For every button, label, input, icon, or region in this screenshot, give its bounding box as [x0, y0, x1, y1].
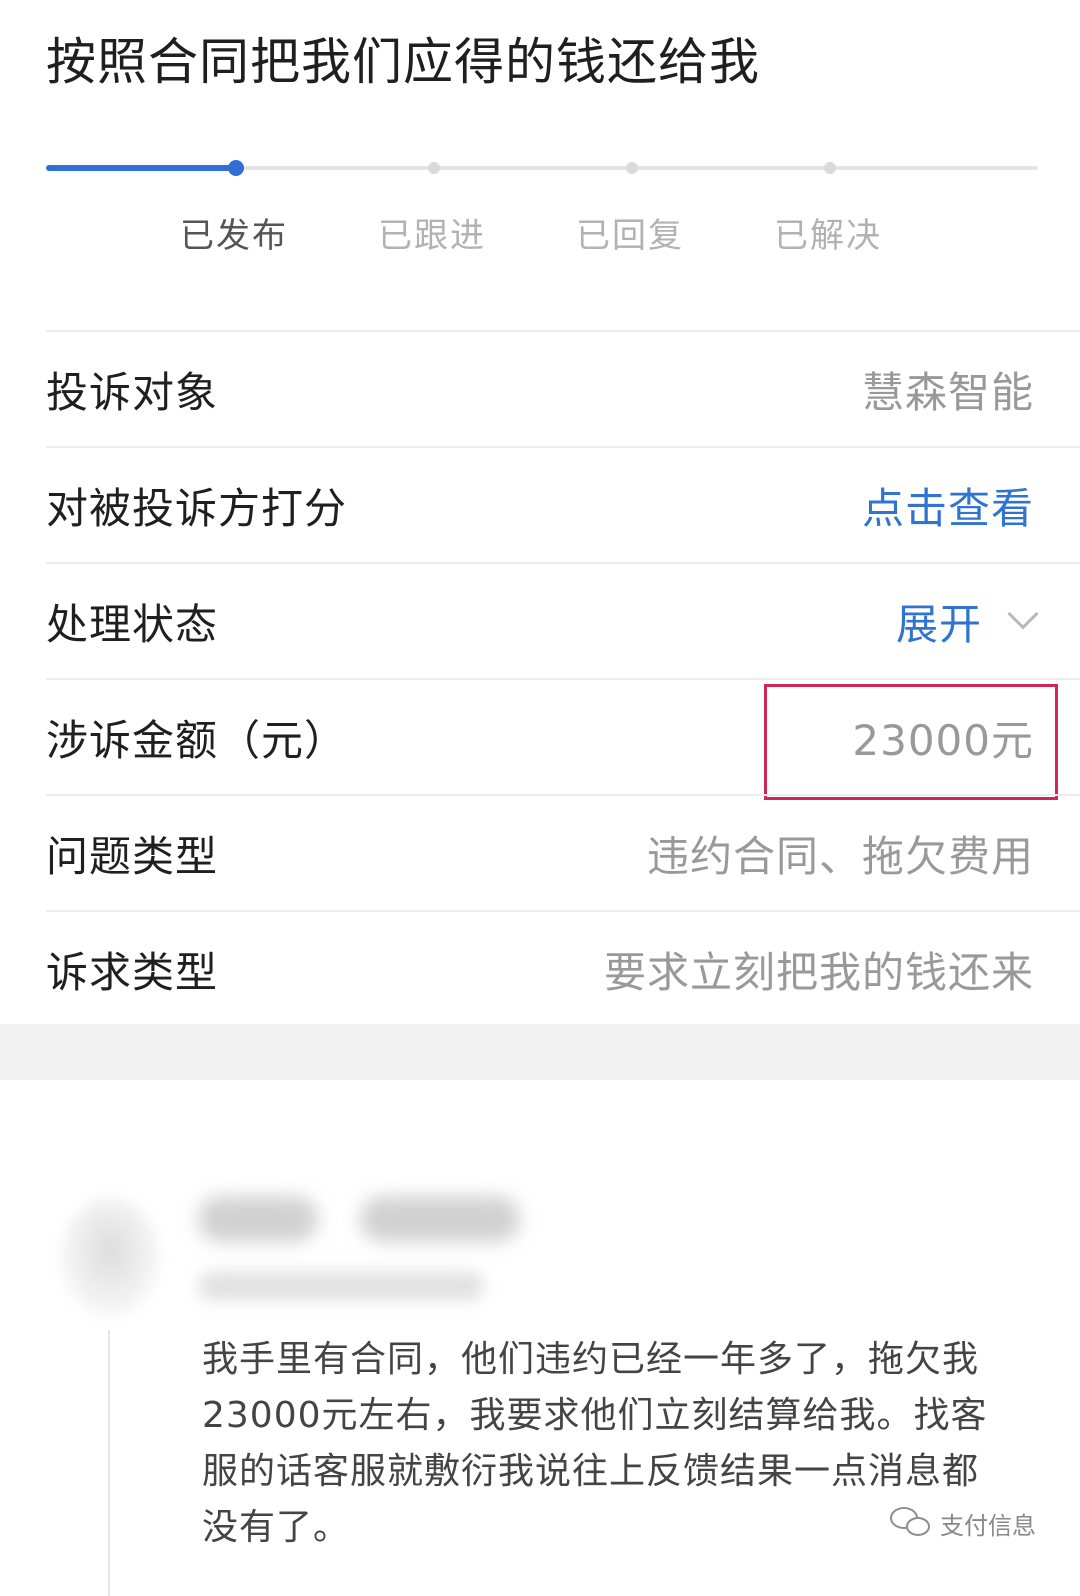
expand-label: 展开: [895, 599, 982, 649]
watermark: 支付信息: [888, 1505, 1036, 1541]
expand-status-toggle[interactable]: 展开: [895, 591, 1039, 652]
row-label: 问题类型: [46, 831, 219, 881]
row-label: 诉求类型: [46, 947, 219, 997]
step-published: 已发布: [180, 216, 288, 256]
progress-dot-followed: [428, 162, 440, 174]
row-label: 对被投诉方打分: [46, 483, 348, 533]
view-rating-link[interactable]: 点击查看: [862, 475, 1034, 536]
row-status: 处理状态 展开: [46, 562, 1080, 678]
timeline-line: [108, 1330, 110, 1596]
row-demand-type: 诉求类型 要求立刻把我的钱还来: [46, 910, 1080, 1026]
row-amount: 涉诉金额（元） 23000元: [46, 678, 1080, 800]
chevron-down-icon: [1007, 598, 1039, 630]
amount-highlight-box: [764, 684, 1058, 800]
progress-dot-replied: [626, 162, 638, 174]
watermark-text: 支付信息: [940, 1511, 1036, 1540]
row-rating: 对被投诉方打分 点击查看: [46, 446, 1080, 562]
progress-fill: [46, 165, 236, 171]
row-complaint-target: 投诉对象 慧森智能: [46, 330, 1080, 446]
progress-dot-published: [228, 160, 244, 176]
avatar: [60, 1198, 160, 1316]
page-title: 按照合同把我们应得的钱还给我: [46, 33, 760, 91]
progress-dot-resolved: [824, 162, 836, 174]
progress-bar: [46, 160, 1038, 176]
complaint-info: 投诉对象 慧森智能 对被投诉方打分 点击查看 处理状态 展开 涉诉金额（元） 2…: [46, 330, 1080, 1026]
blurred-timestamp: [198, 1272, 484, 1300]
step-replied: 已回复: [576, 216, 684, 256]
wechat-icon: [888, 1505, 934, 1541]
step-resolved: 已解决: [774, 216, 882, 256]
blurred-username: [198, 1196, 318, 1242]
progress-steps: 已发布 已跟进 已回复 已解决: [0, 208, 1080, 264]
complaint-target-value: 慧森智能: [861, 367, 1034, 417]
row-label: 涉诉金额（元）: [46, 715, 348, 765]
row-issue-type: 问题类型 违约合同、拖欠费用: [46, 794, 1080, 910]
demand-type-value: 要求立刻把我的钱还来: [603, 947, 1034, 997]
row-label: 投诉对象: [46, 367, 219, 417]
blurred-username: [360, 1196, 520, 1242]
row-label: 处理状态: [46, 599, 219, 649]
step-followed: 已跟进: [378, 216, 486, 256]
issue-type-value: 违约合同、拖欠费用: [646, 831, 1034, 881]
section-divider: [0, 1024, 1080, 1080]
